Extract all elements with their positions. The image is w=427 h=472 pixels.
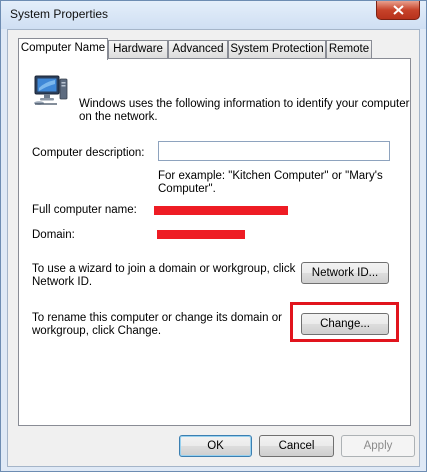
tab-system-protection[interactable]: System Protection bbox=[228, 40, 326, 58]
tab-label: Advanced bbox=[172, 43, 224, 55]
tab-label: Computer Name bbox=[20, 42, 106, 54]
network-id-button[interactable]: Network ID... bbox=[301, 262, 389, 284]
tab-computer-name[interactable]: Computer Name bbox=[18, 38, 108, 60]
tab-label: System Protection bbox=[230, 43, 324, 55]
tab-label: Remote bbox=[328, 43, 370, 55]
computer-description-label: Computer description: bbox=[32, 147, 145, 159]
intro-text-line2: on the network. bbox=[79, 111, 158, 123]
computer-description-input[interactable] bbox=[158, 141, 390, 161]
ok-button[interactable]: OK bbox=[179, 435, 252, 457]
system-properties-window: System Properties Computer Name Hardware… bbox=[0, 0, 427, 472]
tab-label: Hardware bbox=[113, 43, 163, 55]
title-bar[interactable]: System Properties bbox=[1, 1, 426, 29]
computer-name-panel: Windows uses the following information t… bbox=[18, 58, 411, 426]
example-text-line1: For example: "Kitchen Computer" or "Mary… bbox=[158, 170, 383, 182]
rename-text-line2: workgroup, click Change. bbox=[32, 325, 162, 337]
cancel-button[interactable]: Cancel bbox=[259, 435, 334, 457]
domain-label: Domain: bbox=[32, 229, 75, 241]
full-computer-name-label: Full computer name: bbox=[32, 204, 137, 216]
tab-hardware[interactable]: Hardware bbox=[108, 40, 168, 58]
rename-text-line1: To rename this computer or change its do… bbox=[32, 312, 282, 324]
tab-remote[interactable]: Remote bbox=[326, 40, 372, 58]
close-button[interactable] bbox=[376, 1, 420, 20]
example-text-line2: Computer". bbox=[158, 183, 216, 195]
intro-text-line1: Windows uses the following information t… bbox=[79, 98, 410, 110]
full-computer-name-redaction bbox=[154, 206, 288, 215]
close-x-icon bbox=[393, 5, 404, 15]
domain-redaction bbox=[157, 230, 245, 239]
computer-monitor-icon bbox=[33, 74, 69, 109]
tab-advanced[interactable]: Advanced bbox=[168, 40, 228, 58]
apply-button[interactable]: Apply bbox=[341, 435, 415, 457]
window-title: System Properties bbox=[10, 7, 109, 21]
change-button[interactable]: Change... bbox=[301, 313, 389, 335]
network-id-text-line1: To use a wizard to join a domain or work… bbox=[32, 263, 296, 275]
dialog-client-area: Computer Name Hardware Advanced System P… bbox=[7, 29, 420, 467]
network-id-text-line2: Network ID. bbox=[32, 276, 93, 288]
